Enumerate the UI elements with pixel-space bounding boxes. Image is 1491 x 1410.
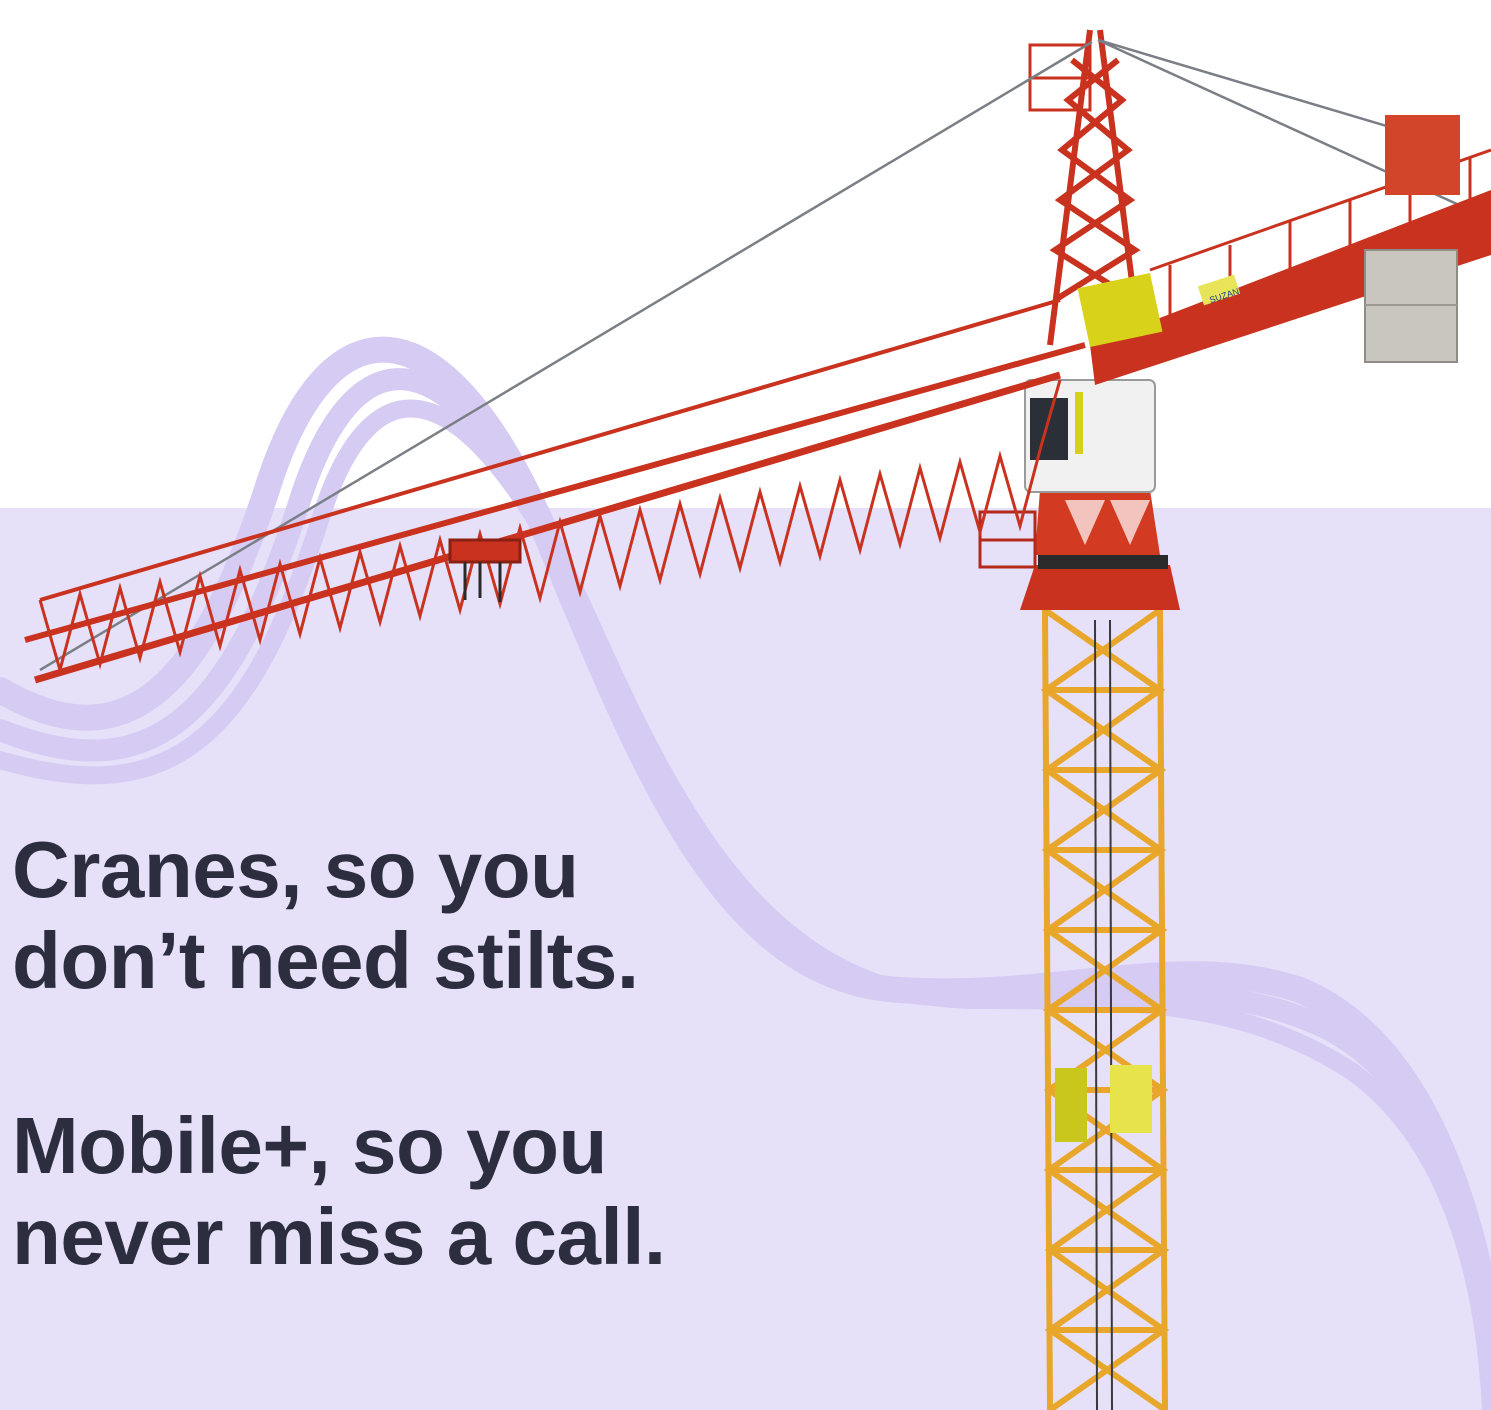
headline-mobile-plus-line1: Mobile+, so you bbox=[12, 1101, 607, 1190]
tower-sign-right bbox=[1110, 1065, 1152, 1133]
main-jib bbox=[24, 298, 1086, 684]
headline-cranes: Cranes, so you don’t need stilts. bbox=[12, 824, 639, 1006]
headline-mobile-plus: Mobile+, so you never miss a call. bbox=[12, 1100, 666, 1282]
machinery-house bbox=[1385, 115, 1460, 195]
headline-cranes-line1: Cranes, so you bbox=[12, 825, 579, 914]
headline-mobile-plus-line2: never miss a call. bbox=[12, 1192, 666, 1281]
crane-tower-mast bbox=[1040, 607, 1170, 1410]
headline-cranes-line2: don’t need stilts. bbox=[12, 916, 639, 1005]
tower-sign-left bbox=[1055, 1068, 1087, 1142]
